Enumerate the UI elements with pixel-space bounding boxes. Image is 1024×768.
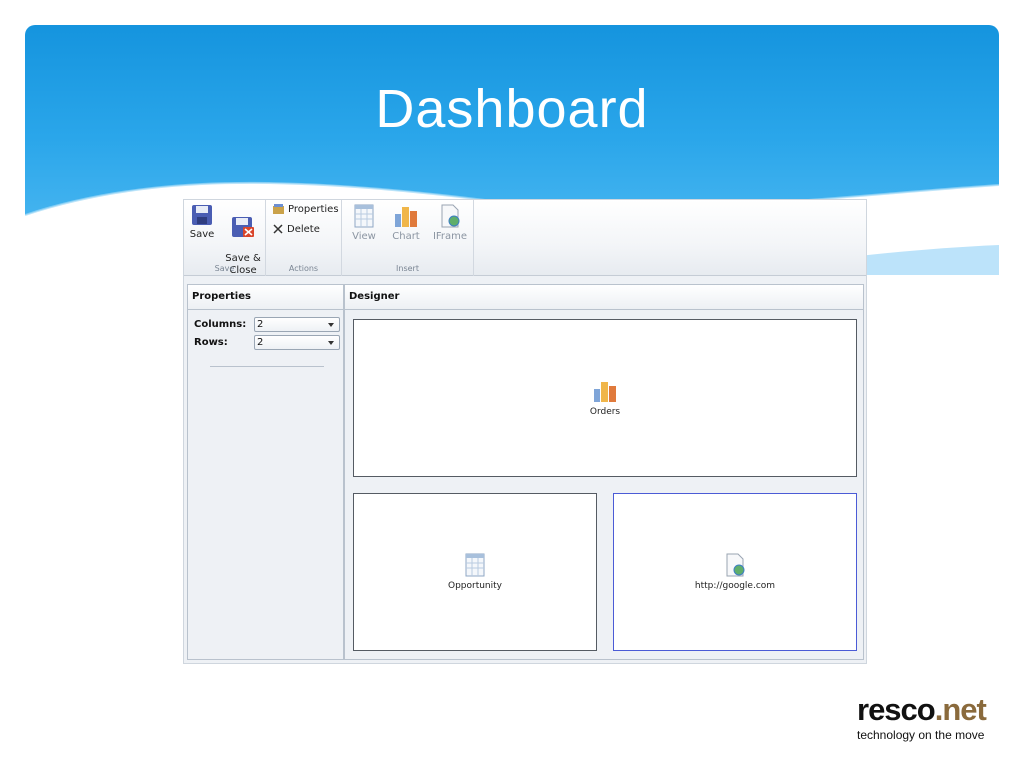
chevron-down-icon	[328, 323, 334, 327]
properties-button-label: Properties	[288, 203, 339, 215]
view-grid-icon	[354, 204, 374, 228]
insert-view-button[interactable]: View	[350, 204, 378, 243]
designer-panel: Designer Orders Opportunity http://googl…	[344, 284, 864, 660]
tile-label: Orders	[589, 407, 621, 417]
slide-title: Dashboard	[375, 79, 649, 139]
ribbon-group-insert-label: Insert	[396, 264, 419, 273]
logo-wordmark: resco.net	[857, 694, 1007, 726]
designer-panel-title: Designer	[345, 285, 863, 310]
dashboard-tile-opportunity[interactable]: Opportunity	[353, 493, 597, 651]
insert-chart-button[interactable]: Chart	[390, 204, 422, 243]
tile-label: http://google.com	[694, 581, 776, 591]
properties-divider	[210, 366, 324, 367]
rows-select[interactable]: 2	[254, 335, 340, 350]
dashboard-tile-orders[interactable]: Orders	[353, 319, 857, 477]
rows-label: Rows:	[194, 337, 228, 348]
columns-select[interactable]: 2	[254, 317, 340, 332]
ribbon-toolbar: Save Save & Close Save Properties Delete…	[184, 200, 866, 276]
rows-row: Rows: 2	[194, 335, 340, 350]
ribbon-group-insert: View Chart IFrame Insert	[342, 200, 474, 276]
resco-logo: resco.net technology on the move	[857, 694, 1007, 743]
logo-wordmark-resco: resco	[857, 692, 936, 727]
insert-chart-label: Chart	[392, 231, 420, 242]
dashboard-tile-iframe[interactable]: http://google.com	[613, 493, 857, 651]
delete-button[interactable]: Delete	[272, 223, 320, 235]
rows-value: 2	[257, 337, 264, 348]
columns-row: Columns: 2	[194, 317, 340, 332]
floppy-disk-icon	[192, 205, 212, 225]
insert-iframe-button[interactable]: IFrame	[432, 204, 468, 243]
save-button[interactable]: Save	[188, 204, 216, 241]
properties-button[interactable]: Properties	[272, 203, 339, 215]
ribbon-group-actions: Properties Delete Actions	[266, 200, 342, 276]
columns-label: Columns:	[194, 319, 247, 330]
insert-view-label: View	[352, 231, 376, 242]
properties-panel-title: Properties	[188, 285, 343, 310]
properties-panel: Properties Columns: 2 Rows: 2	[187, 284, 344, 660]
view-grid-icon	[465, 553, 485, 577]
columns-value: 2	[257, 319, 264, 330]
delete-button-label: Delete	[287, 223, 320, 235]
logo-wordmark-net: .net	[934, 692, 987, 727]
ribbon-group-save-label: Save	[214, 264, 235, 273]
ribbon-group-actions-label: Actions	[288, 264, 319, 273]
insert-iframe-label: IFrame	[432, 231, 468, 242]
save-button-label: Save	[189, 229, 215, 240]
chart-icon	[594, 382, 616, 402]
iframe-page-icon	[441, 204, 460, 228]
chart-icon	[395, 207, 417, 227]
dashboard-designer-window: Save Save & Close Save Properties Delete…	[183, 199, 867, 664]
logo-tagline: technology on the move	[857, 728, 985, 742]
tile-label: Opportunity	[447, 581, 502, 591]
chevron-down-icon	[328, 341, 334, 345]
properties-icon	[273, 204, 284, 214]
ribbon-group-save: Save Save & Close Save	[184, 200, 266, 276]
save-close-icon	[232, 217, 254, 237]
delete-x-icon	[273, 224, 283, 234]
iframe-page-icon	[726, 553, 745, 577]
